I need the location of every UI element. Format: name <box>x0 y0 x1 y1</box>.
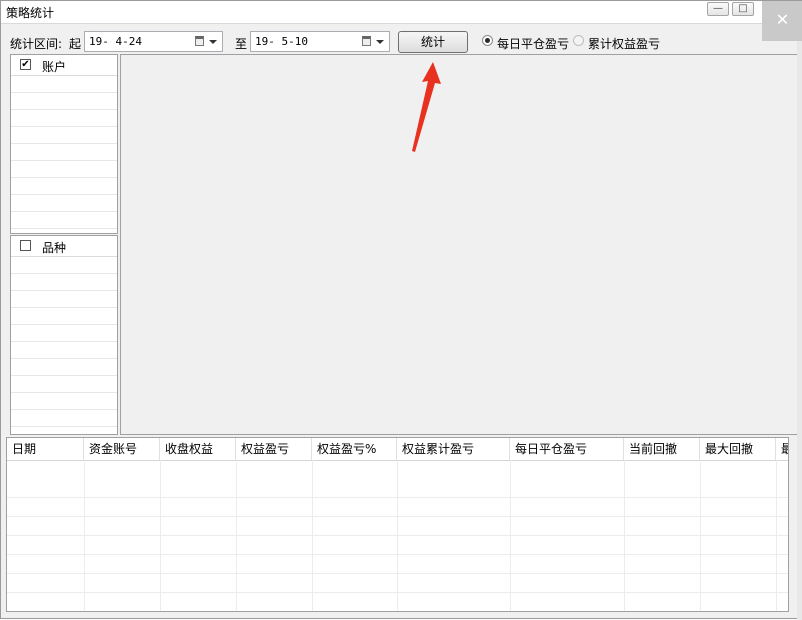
chevron-down-icon[interactable] <box>376 40 384 44</box>
window-title: 策略统计 <box>6 6 55 20</box>
account-panel-header: ✔ 账户 <box>11 55 117 76</box>
right-edge <box>797 41 802 620</box>
from-date-value: 19- 4-24 <box>89 35 142 48</box>
variety-panel-title: 品种 <box>42 241 67 255</box>
variety-panel[interactable]: 品种 <box>10 235 118 435</box>
col-account[interactable]: 资金账号 <box>84 438 160 460</box>
account-panel[interactable]: ✔ 账户 <box>10 54 118 234</box>
stats-table[interactable]: 日期 资金账号 收盘权益 权益盈亏 权益盈亏% 权益累计盈亏 每日平仓盈亏 当前… <box>6 437 789 612</box>
stat-button[interactable]: 统计 <box>398 31 468 53</box>
calendar-icon[interactable] <box>362 36 371 46</box>
to-label: 至 <box>235 37 248 51</box>
chart-area <box>120 54 800 435</box>
col-daily-close-pnl[interactable]: 每日平仓盈亏 <box>510 438 624 460</box>
calendar-icon[interactable] <box>195 36 204 46</box>
table-header: 日期 资金账号 收盘权益 权益盈亏 权益盈亏% 权益累计盈亏 每日平仓盈亏 当前… <box>7 438 788 461</box>
to-date-picker[interactable]: 19- 5-10 <box>250 31 390 52</box>
account-checkbox[interactable]: ✔ <box>20 59 31 70</box>
from-date-picker[interactable]: 19- 4-24 <box>84 31 223 52</box>
radio-daily-label[interactable]: 每日平仓盈亏 <box>497 35 569 52</box>
chevron-down-icon[interactable] <box>209 40 217 44</box>
toolbar: 统计区间: 起 19- 4-24 至 19- 5-10 统计 每日平仓盈亏 累计… <box>1 30 801 54</box>
col-equity-pnl-pct[interactable]: 权益盈亏% <box>312 438 397 460</box>
radio-cumulative-label[interactable]: 累计权益盈亏 <box>588 35 660 52</box>
col-truncated[interactable]: 最 <box>776 438 788 460</box>
title-bar: 策略统计 — □ ✕ <box>1 1 802 41</box>
radio-daily-close-pnl[interactable] <box>482 35 493 46</box>
account-panel-title: 账户 <box>42 60 67 74</box>
col-current-drawdown[interactable]: 当前回撤 <box>624 438 700 460</box>
radio-cumulative-equity-pnl[interactable] <box>573 35 584 46</box>
maximize-icon[interactable]: □ <box>732 2 754 16</box>
to-date-value: 19- 5-10 <box>255 35 308 48</box>
from-label: 起 <box>69 37 82 51</box>
col-max-drawdown[interactable]: 最大回撤 <box>700 438 776 460</box>
minimize-icon[interactable]: — <box>707 2 729 16</box>
col-equity-pnl[interactable]: 权益盈亏 <box>236 438 312 460</box>
col-cumulative-pnl[interactable]: 权益累计盈亏 <box>397 438 510 460</box>
strategy-stats-window: 策略统计 — □ ✕ 统计区间: 起 19- 4-24 至 19- 5-10 统… <box>0 0 802 620</box>
red-arrow-annotation <box>412 62 441 152</box>
col-close-equity[interactable]: 收盘权益 <box>160 438 236 460</box>
range-label: 统计区间: <box>10 37 63 51</box>
col-date[interactable]: 日期 <box>7 438 84 460</box>
variety-checkbox[interactable] <box>20 240 31 251</box>
variety-panel-header: 品种 <box>11 236 117 257</box>
